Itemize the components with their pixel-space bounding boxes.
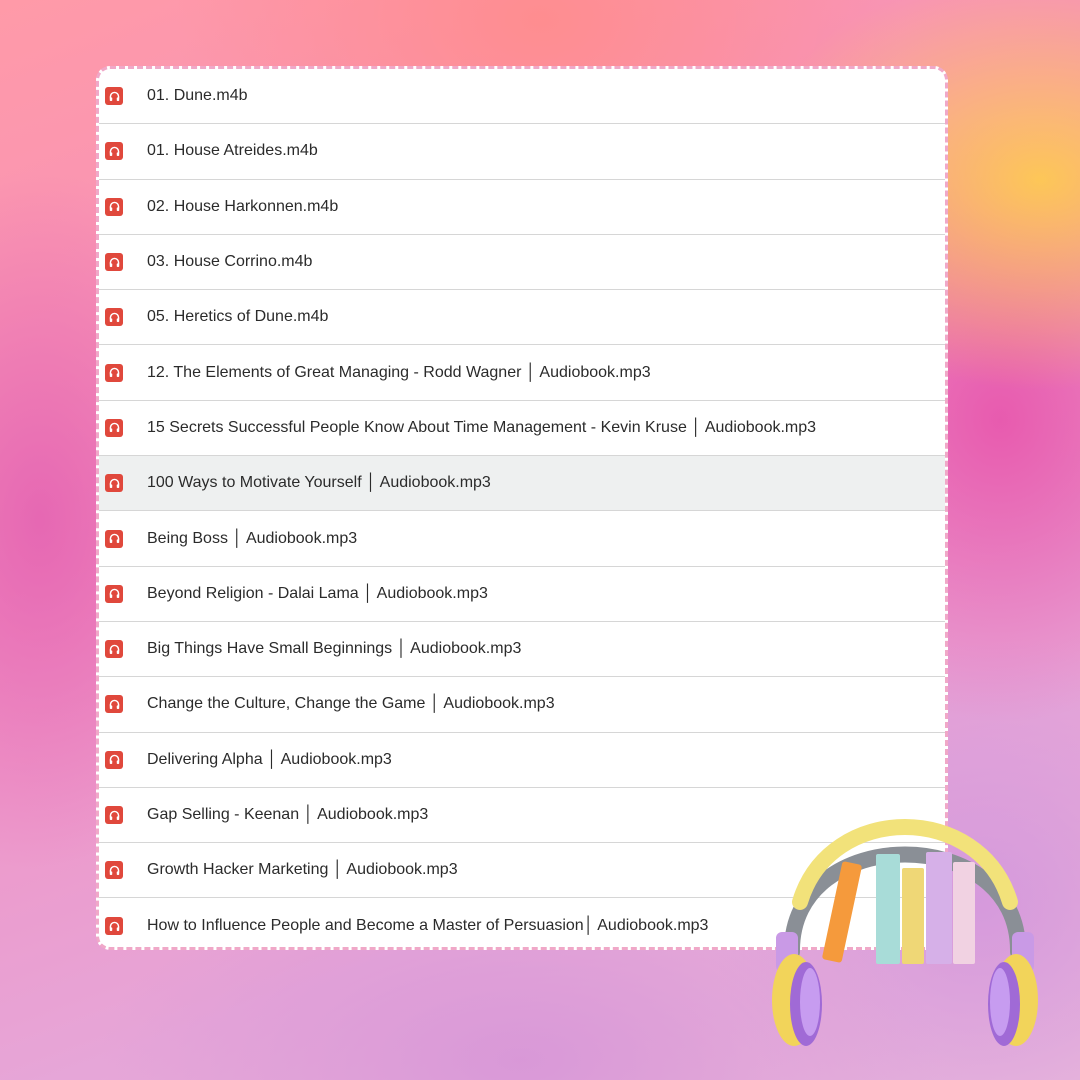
file-row[interactable]: 02. House Harkonnen.m4b: [99, 180, 945, 235]
headphones-file-icon: [105, 750, 123, 769]
file-row[interactable]: Change the Culture, Change the Game │ Au…: [99, 677, 945, 733]
file-name: Being Boss │ Audiobook.mp3: [147, 529, 358, 547]
file-row[interactable]: 100 Ways to Motivate Yourself │ Audioboo…: [99, 456, 945, 512]
file-name: 02. House Harkonnen.m4b: [147, 197, 339, 215]
file-row[interactable]: 01. House Atreides.m4b: [99, 124, 945, 180]
file-name: 100 Ways to Motivate Yourself │ Audioboo…: [147, 474, 491, 492]
headphones-file-icon: [105, 363, 123, 382]
headphones-file-icon: [105, 584, 123, 603]
headphones-file-icon: [105, 142, 123, 161]
file-name: 03. House Corrino.m4b: [147, 253, 313, 271]
file-name: 05. Heretics of Dune.m4b: [147, 308, 329, 326]
headphones-file-icon: [105, 197, 123, 216]
file-name: How to Influence People and Become a Mas…: [147, 917, 709, 935]
file-name: Change the Culture, Change the Game │ Au…: [147, 695, 555, 713]
file-name: Big Things Have Small Beginnings │ Audio…: [147, 640, 522, 658]
file-row[interactable]: 15 Secrets Successful People Know About …: [99, 401, 945, 457]
headphones-file-icon: [105, 917, 123, 936]
file-name: 15 Secrets Successful People Know About …: [147, 418, 817, 436]
file-name: Delivering Alpha │ Audiobook.mp3: [147, 750, 392, 768]
headphones-file-icon: [105, 87, 123, 106]
file-row[interactable]: 03. House Corrino.m4b: [99, 235, 945, 291]
file-name: Gap Selling - Keenan │ Audiobook.mp3: [147, 806, 429, 823]
file-row[interactable]: Delivering Alpha │ Audiobook.mp3: [99, 733, 945, 788]
file-row[interactable]: 12. The Elements of Great Managing - Rod…: [99, 345, 945, 401]
headphones-books-illustration: [772, 819, 1038, 1046]
file-name: 01. Dune.m4b: [147, 87, 248, 105]
file-row[interactable]: Being Boss │ Audiobook.mp3: [99, 511, 945, 567]
headphones-file-icon: [105, 418, 123, 437]
headphones-file-icon: [105, 308, 123, 327]
headphones-file-icon: [105, 529, 123, 548]
headphones-file-icon: [105, 253, 123, 272]
headphones-file-icon: [105, 474, 123, 493]
file-row[interactable]: 05. Heretics of Dune.m4b: [99, 290, 945, 346]
headphones-file-icon: [105, 695, 123, 714]
headphones-file-icon: [105, 640, 123, 659]
headphones-file-icon: [105, 861, 123, 880]
file-name: 12. The Elements of Great Managing - Rod…: [147, 363, 651, 381]
file-row[interactable]: Beyond Religion - Dalai Lama │ Audiobook…: [99, 567, 945, 622]
file-name: Beyond Religion - Dalai Lama │ Audiobook…: [147, 584, 488, 602]
file-name: Growth Hacker Marketing │ Audiobook.mp3: [147, 861, 458, 879]
file-row[interactable]: 01. Dune.m4b: [99, 69, 945, 125]
headphones-file-icon: [105, 806, 123, 824]
file-row[interactable]: Big Things Have Small Beginnings │ Audio…: [99, 622, 945, 678]
file-name: 01. House Atreides.m4b: [147, 142, 318, 160]
